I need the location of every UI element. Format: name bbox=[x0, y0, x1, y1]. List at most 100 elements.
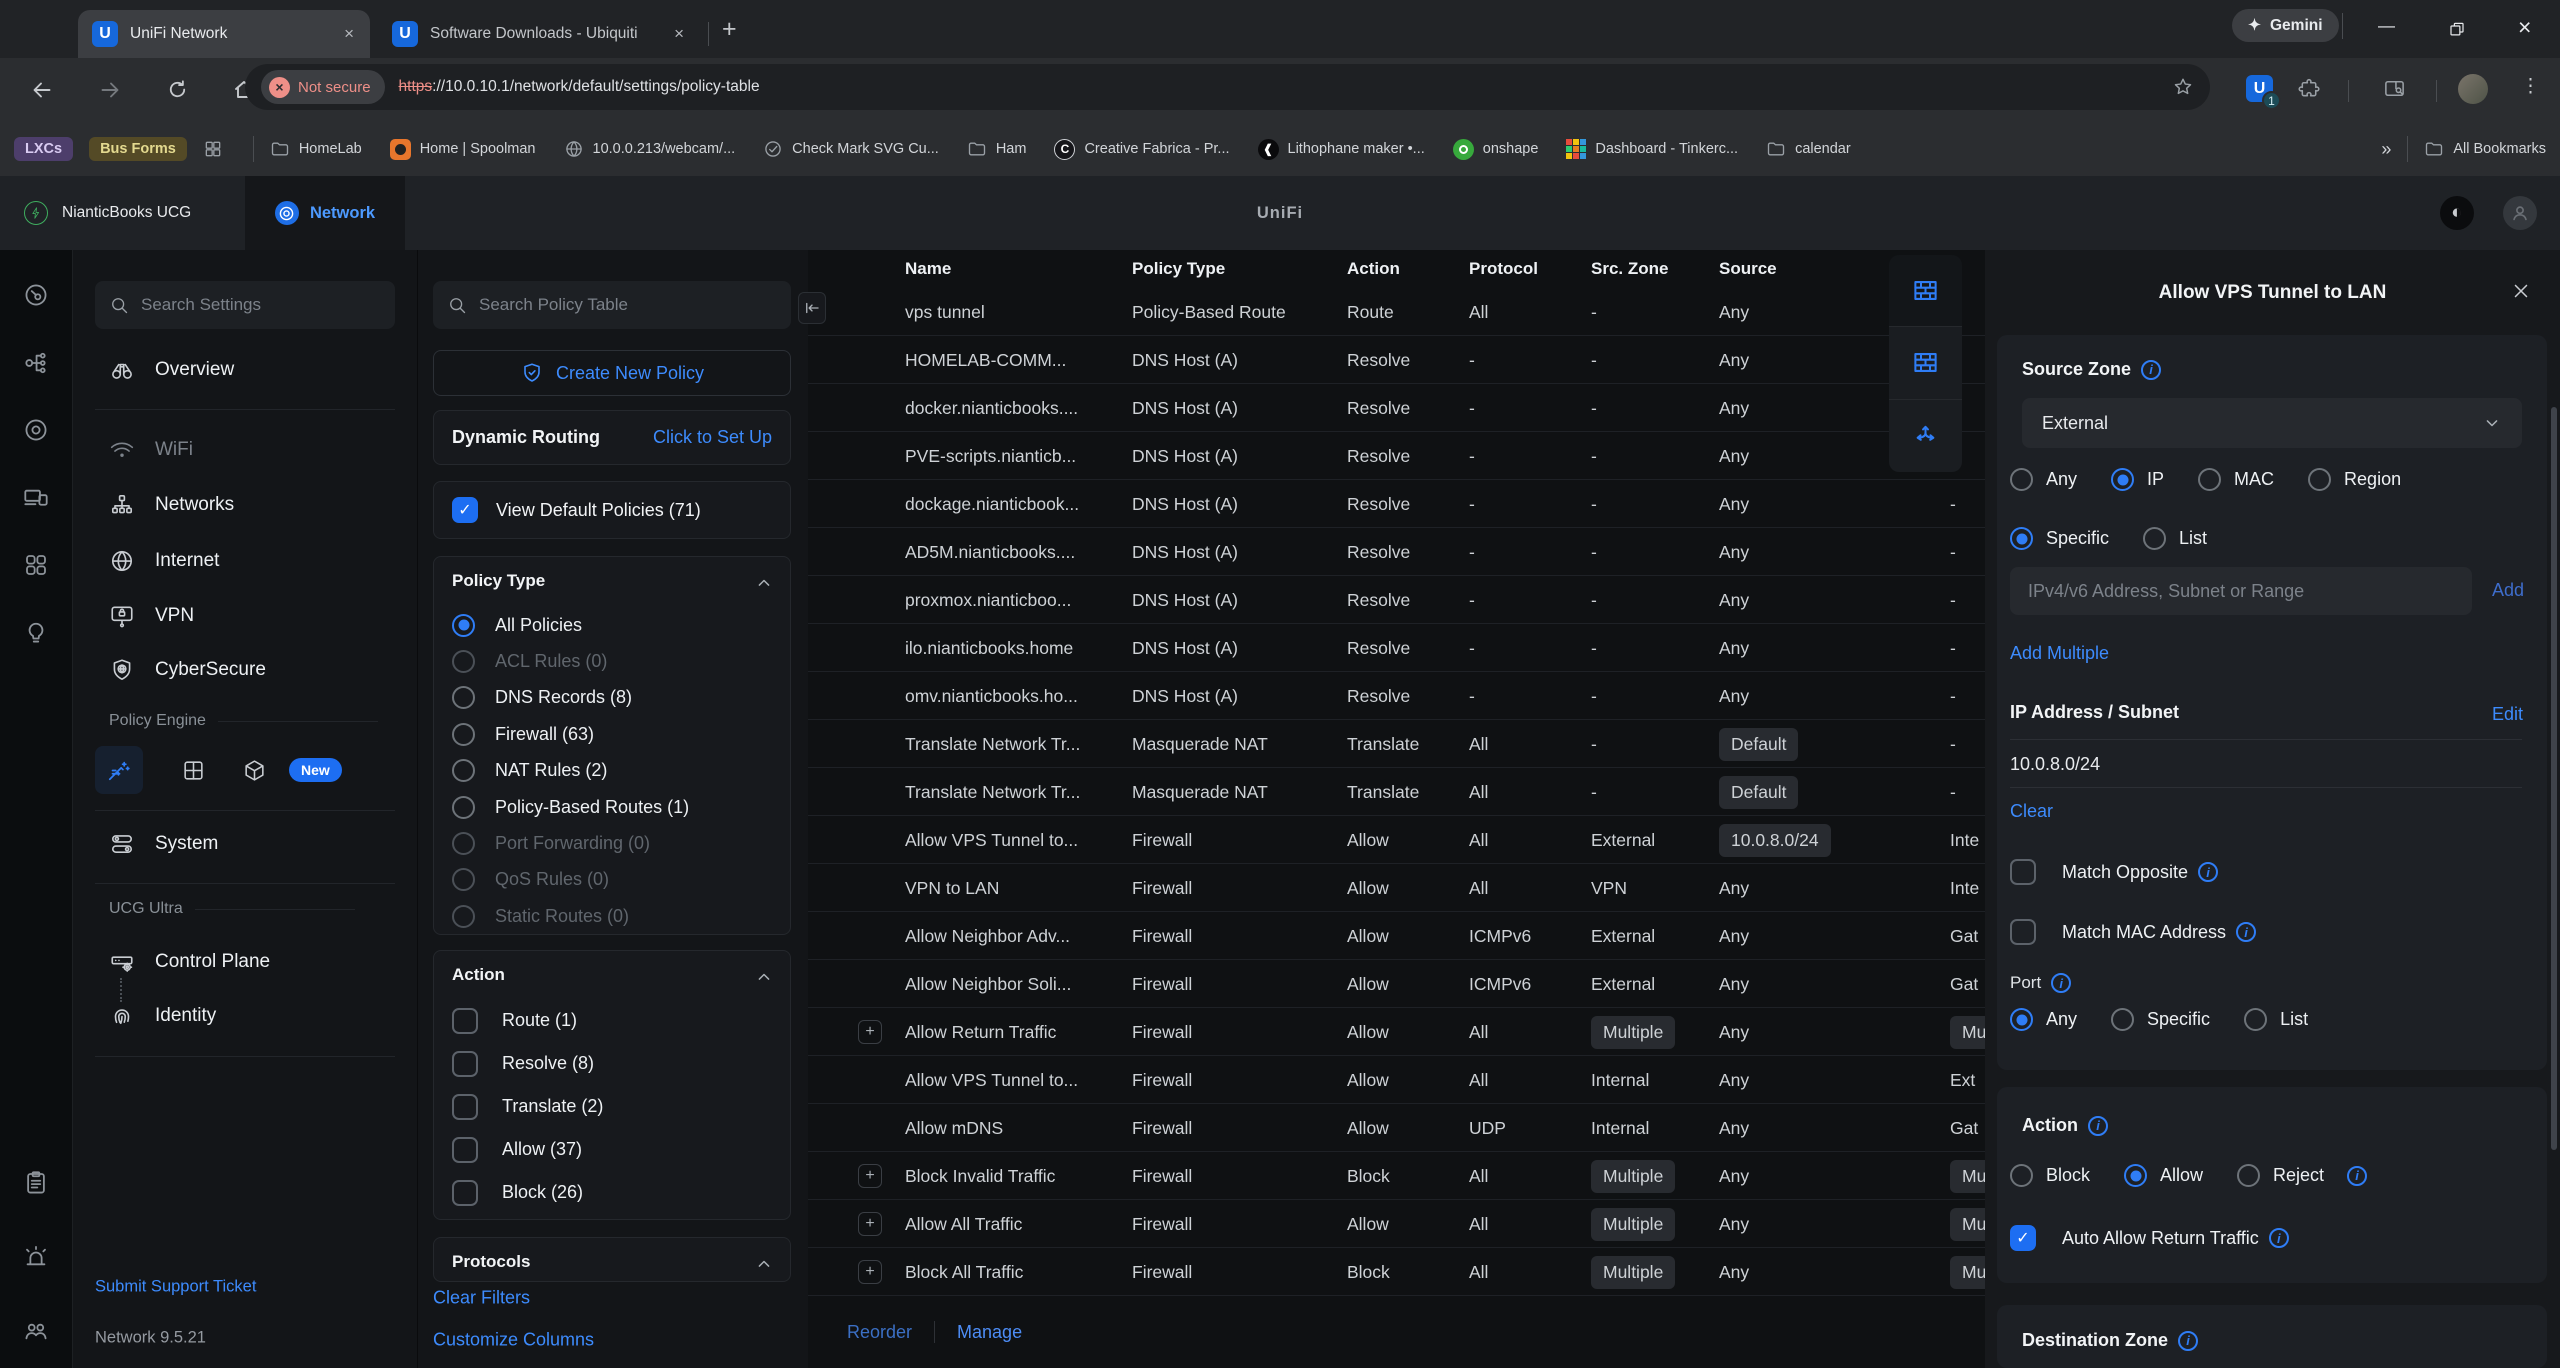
sidebar-item-wifi[interactable]: WiFi bbox=[109, 437, 193, 463]
tab-close-icon[interactable]: × bbox=[342, 24, 356, 44]
view-default-checkbox[interactable]: ✓ bbox=[452, 497, 478, 523]
address-bar[interactable]: × Not secure https://10.0.10.1/network/d… bbox=[245, 64, 2210, 110]
match-opposite-checkbox[interactable] bbox=[2010, 859, 2036, 885]
sidebar-item-overview[interactable]: Overview bbox=[109, 357, 234, 383]
radio-button[interactable] bbox=[452, 686, 475, 709]
bookmark-item[interactable]: HomeLab bbox=[270, 139, 362, 159]
info-icon[interactable]: i bbox=[2347, 1166, 2367, 1186]
dynamic-routing-setup-link[interactable]: Click to Set Up bbox=[653, 427, 772, 448]
back-button[interactable] bbox=[30, 78, 54, 102]
radio-option-list[interactable]: List bbox=[2244, 1008, 2308, 1031]
settings-search-input[interactable]: Search Settings bbox=[95, 281, 395, 329]
sidebar-item-identity[interactable]: Identity bbox=[109, 1003, 216, 1029]
match-mac-row[interactable]: Match MAC Addressi bbox=[2010, 919, 2256, 945]
action-filter-option[interactable]: Route (1) bbox=[434, 999, 790, 1042]
chevron-up-icon[interactable] bbox=[754, 967, 774, 987]
bookmark-item[interactable]: Ham bbox=[967, 139, 1027, 159]
add-multiple-link[interactable]: Add Multiple bbox=[2010, 643, 2109, 664]
rail-clients-icon[interactable] bbox=[23, 485, 50, 512]
bookmark-item[interactable]: Home | Spoolman bbox=[390, 139, 536, 160]
dynamic-routing-card[interactable]: Dynamic Routing Click to Set Up bbox=[433, 410, 791, 465]
view-toggle-firewall-2[interactable] bbox=[1889, 327, 1962, 399]
radio-button[interactable] bbox=[2143, 527, 2166, 550]
clear-filters-link[interactable]: Clear Filters bbox=[433, 1288, 530, 1309]
bookmark-item[interactable]: onshape bbox=[1453, 139, 1539, 160]
policy-type-option[interactable]: Policy-Based Routes (1) bbox=[434, 789, 790, 825]
radio-button[interactable] bbox=[2010, 468, 2033, 491]
org-selector[interactable]: NianticBooks UCG bbox=[24, 176, 191, 250]
radio-button[interactable] bbox=[2111, 1008, 2134, 1031]
radio-option-region[interactable]: Region bbox=[2308, 468, 2401, 491]
not-secure-chip[interactable]: × Not secure bbox=[261, 70, 385, 104]
bookmark-item[interactable]: Check Mark SVG Cu... bbox=[763, 139, 939, 159]
radio-button[interactable] bbox=[2010, 1008, 2033, 1031]
clear-link[interactable]: Clear bbox=[2010, 801, 2053, 822]
customize-columns-link[interactable]: Customize Columns bbox=[433, 1330, 594, 1351]
bookmark-item[interactable] bbox=[203, 139, 223, 159]
create-new-policy-button[interactable]: Create New Policy bbox=[433, 350, 791, 396]
rail-alerts-icon[interactable] bbox=[23, 1244, 50, 1271]
info-icon[interactable]: i bbox=[2178, 1331, 2198, 1351]
policy-type-option[interactable]: DNS Records (8) bbox=[434, 680, 790, 716]
bookmark-item[interactable]: Dashboard - Tinkerc... bbox=[1566, 139, 1738, 159]
info-icon[interactable]: i bbox=[2269, 1228, 2289, 1248]
column-header[interactable]: Action bbox=[1347, 259, 1469, 279]
action-filter-option[interactable]: Translate (2) bbox=[434, 1085, 790, 1128]
source-zone-dropdown[interactable]: External bbox=[2022, 398, 2522, 448]
window-close-button[interactable]: × bbox=[2518, 14, 2531, 41]
checkbox[interactable] bbox=[452, 1008, 478, 1034]
radio-option-specific[interactable]: Specific bbox=[2010, 527, 2109, 550]
bookmark-item[interactable]: CCreative Fabrica - Pr... bbox=[1054, 139, 1229, 160]
action-filter-option[interactable]: Block (26) bbox=[434, 1171, 790, 1214]
radio-button[interactable] bbox=[2010, 1164, 2033, 1187]
radio-option-ip[interactable]: IP bbox=[2111, 468, 2164, 491]
submit-support-ticket-link[interactable]: Submit Support Ticket bbox=[95, 1278, 256, 1297]
checkbox[interactable] bbox=[452, 1094, 478, 1120]
browser-menu-icon[interactable]: ⋮ bbox=[2521, 75, 2540, 98]
policy-type-option[interactable]: QoS Rules (0) bbox=[434, 862, 790, 898]
side-panel-icon[interactable] bbox=[2383, 77, 2406, 100]
collapse-filter-panel-button[interactable] bbox=[798, 292, 826, 324]
checkbox[interactable] bbox=[452, 1137, 478, 1163]
radio-option-any[interactable]: Any bbox=[2010, 1008, 2077, 1031]
theme-toggle-icon[interactable]: ◐ bbox=[2440, 196, 2474, 230]
ip-address-input[interactable]: IPv4/v6 Address, Subnet or Range bbox=[2010, 567, 2472, 615]
sidebar-item-control-plane[interactable]: Control Plane bbox=[109, 949, 270, 975]
detail-panel-scrollbar[interactable] bbox=[2551, 407, 2557, 1150]
view-toggle-routes-3[interactable] bbox=[1889, 400, 1962, 472]
auto-allow-row[interactable]: ✓ Auto Allow Return Traffici bbox=[2010, 1225, 2289, 1251]
policy-type-option[interactable]: Firewall (63) bbox=[434, 716, 790, 752]
policy-engine-grid-tab[interactable] bbox=[181, 758, 206, 783]
policy-engine-objects-tab[interactable] bbox=[242, 758, 267, 783]
radio-button[interactable] bbox=[452, 650, 475, 673]
rail-settings-icon[interactable] bbox=[23, 1099, 50, 1126]
bookmark-item[interactable]: ❰Lithophane maker •... bbox=[1258, 139, 1425, 160]
rail-topology-icon[interactable] bbox=[23, 350, 50, 377]
bookmark-item[interactable]: LXCs bbox=[14, 137, 73, 161]
radio-button[interactable] bbox=[2308, 468, 2331, 491]
radio-button[interactable] bbox=[2244, 1008, 2267, 1031]
window-minimize-button[interactable]: — bbox=[2378, 16, 2395, 36]
bookmark-item[interactable]: 10.0.0.213/webcam/... bbox=[564, 139, 736, 159]
action-filter-option[interactable]: Allow (37) bbox=[434, 1128, 790, 1171]
info-icon[interactable]: i bbox=[2141, 360, 2161, 380]
browser-tab-2[interactable]: USoftware Downloads - Ubiquiti× bbox=[378, 10, 700, 58]
match-opposite-row[interactable]: Match Oppositei bbox=[2010, 859, 2218, 885]
radio-option-mac[interactable]: MAC bbox=[2198, 468, 2274, 491]
checkbox[interactable] bbox=[452, 1051, 478, 1077]
window-restore-button[interactable] bbox=[2448, 20, 2466, 38]
radio-button[interactable] bbox=[2124, 1164, 2147, 1187]
radio-option-reject[interactable]: Rejecti bbox=[2237, 1164, 2367, 1187]
app-user-avatar[interactable] bbox=[2503, 196, 2537, 230]
policy-engine-wand-tab[interactable] bbox=[95, 746, 143, 794]
rail-portal-icon[interactable] bbox=[23, 552, 50, 579]
add-button[interactable]: Add bbox=[2492, 580, 2524, 601]
sidebar-item-cybersecure[interactable]: CyberSecure bbox=[109, 657, 266, 683]
radio-button[interactable] bbox=[2198, 468, 2221, 491]
expand-row-button[interactable]: + bbox=[858, 1020, 882, 1044]
policy-type-option[interactable]: All Policies bbox=[434, 607, 790, 643]
radio-button[interactable] bbox=[452, 905, 475, 928]
chevron-up-icon[interactable] bbox=[754, 1254, 774, 1274]
close-icon[interactable] bbox=[2510, 280, 2532, 302]
rail-admins-icon[interactable] bbox=[23, 1318, 50, 1345]
